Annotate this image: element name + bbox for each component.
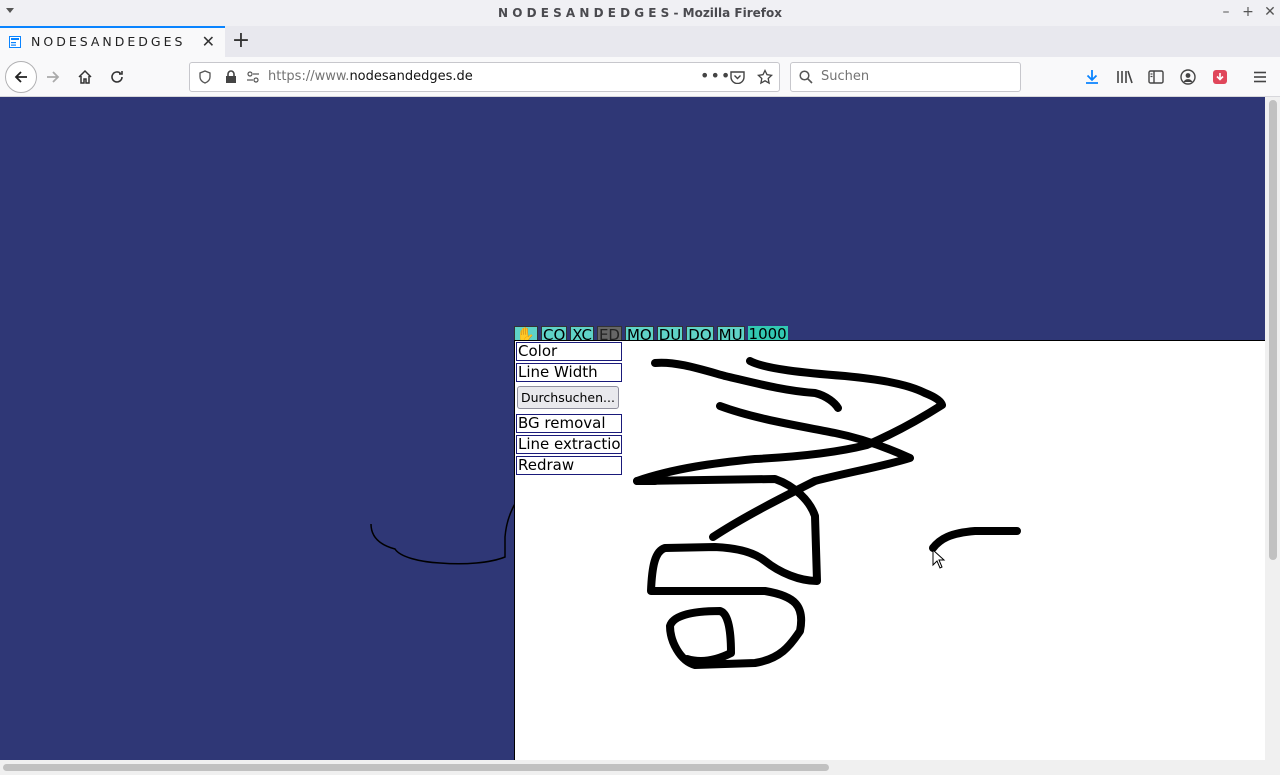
co-button[interactable]: CO xyxy=(541,326,568,341)
do-button[interactable]: DO xyxy=(686,326,714,341)
xc-button[interactable]: XC xyxy=(570,326,594,341)
page-viewport[interactable]: ✋ CO XC ED MO DU DO MU 1000 Color Line Width Dur… xyxy=(0,97,1265,760)
search-icon xyxy=(799,70,813,84)
line-extraction-button[interactable]: Line extraction xyxy=(516,435,622,454)
window-title: N O D E S A N D E D G E S - Mozilla Fire… xyxy=(497,6,782,20)
counter-display: 1000 xyxy=(747,326,788,341)
new-tab-icon[interactable]: + xyxy=(231,28,251,53)
drawing-strokes xyxy=(633,357,1021,669)
drawing-canvas[interactable] xyxy=(514,340,1265,760)
browse-file-button[interactable]: Durchsuchen... xyxy=(517,386,619,409)
reload-icon xyxy=(111,71,123,83)
side-panel: Color Line Width Durchsuchen... BG remov… xyxy=(516,342,622,477)
tab-strip: NODESANDEDGES ✕ + xyxy=(0,26,1280,57)
maximize-icon[interactable]: + xyxy=(1240,4,1256,20)
back-button[interactable] xyxy=(5,61,37,93)
line-width-button[interactable]: Line Width xyxy=(516,363,622,382)
page-actions-icon[interactable]: ••• xyxy=(700,66,731,85)
horizontal-scrollbar[interactable] xyxy=(0,760,1280,775)
bg-removal-button[interactable]: BG removal xyxy=(516,414,622,433)
minimize-icon[interactable]: – xyxy=(1218,4,1234,20)
account-icon[interactable] xyxy=(1180,69,1196,85)
home-button[interactable] xyxy=(72,64,98,90)
search-bar[interactable]: Suchen xyxy=(790,62,1021,92)
search-placeholder: Suchen xyxy=(821,69,870,84)
lock-icon[interactable] xyxy=(225,70,237,84)
reload-button[interactable] xyxy=(104,64,130,90)
mu-button[interactable]: MU xyxy=(716,326,745,341)
bookmark-star-icon[interactable] xyxy=(757,69,773,85)
sidebar-icon[interactable] xyxy=(1148,69,1164,85)
download-extension-icon[interactable] xyxy=(1212,69,1228,85)
horizontal-scroll-thumb[interactable] xyxy=(3,764,829,771)
url-prefix: https://www. xyxy=(268,69,350,84)
color-button[interactable]: Color xyxy=(516,342,622,361)
du-button[interactable]: DU xyxy=(656,326,684,341)
close-tab-icon[interactable]: ✕ xyxy=(202,32,215,51)
mouse-cursor-icon xyxy=(932,549,946,569)
vertical-scroll-thumb[interactable] xyxy=(1269,100,1277,560)
navigation-bar: https://www.nodesandedges.de ••• Suchen xyxy=(0,57,1280,97)
hand-tool-button[interactable]: ✋ xyxy=(514,326,538,341)
library-icon[interactable] xyxy=(1116,69,1133,85)
page-icon xyxy=(9,36,21,48)
close-window-icon[interactable]: ✕ xyxy=(1262,4,1278,20)
tab-nodesandedges[interactable]: NODESANDEDGES ✕ xyxy=(0,26,225,57)
back-arrow-icon xyxy=(14,71,27,83)
mo-button[interactable]: MO xyxy=(624,326,654,341)
home-icon xyxy=(78,69,92,84)
forward-arrow-icon xyxy=(47,71,60,83)
download-icon[interactable] xyxy=(1084,69,1100,85)
tracking-shield-icon[interactable] xyxy=(198,70,212,84)
permissions-icon[interactable] xyxy=(246,70,260,84)
hamburger-menu-icon[interactable] xyxy=(1252,69,1268,85)
url-host: nodesandedges.de xyxy=(349,69,473,84)
forward-button[interactable] xyxy=(40,64,66,90)
vertical-scrollbar[interactable] xyxy=(1265,97,1280,760)
url-text: https://www.nodesandedges.de xyxy=(268,69,473,84)
ed-button[interactable]: ED xyxy=(596,326,622,341)
window-menu-icon[interactable] xyxy=(6,8,14,13)
pocket-icon[interactable] xyxy=(730,70,745,84)
window-titlebar: N O D E S A N D E D G E S - Mozilla Fire… xyxy=(0,0,1280,26)
redraw-button[interactable]: Redraw xyxy=(516,456,622,475)
tab-label: NODESANDEDGES xyxy=(31,34,186,49)
app-toolbar: ✋ CO XC ED MO DU DO MU 1000 xyxy=(514,326,788,341)
url-bar[interactable]: https://www.nodesandedges.de ••• xyxy=(189,62,780,92)
